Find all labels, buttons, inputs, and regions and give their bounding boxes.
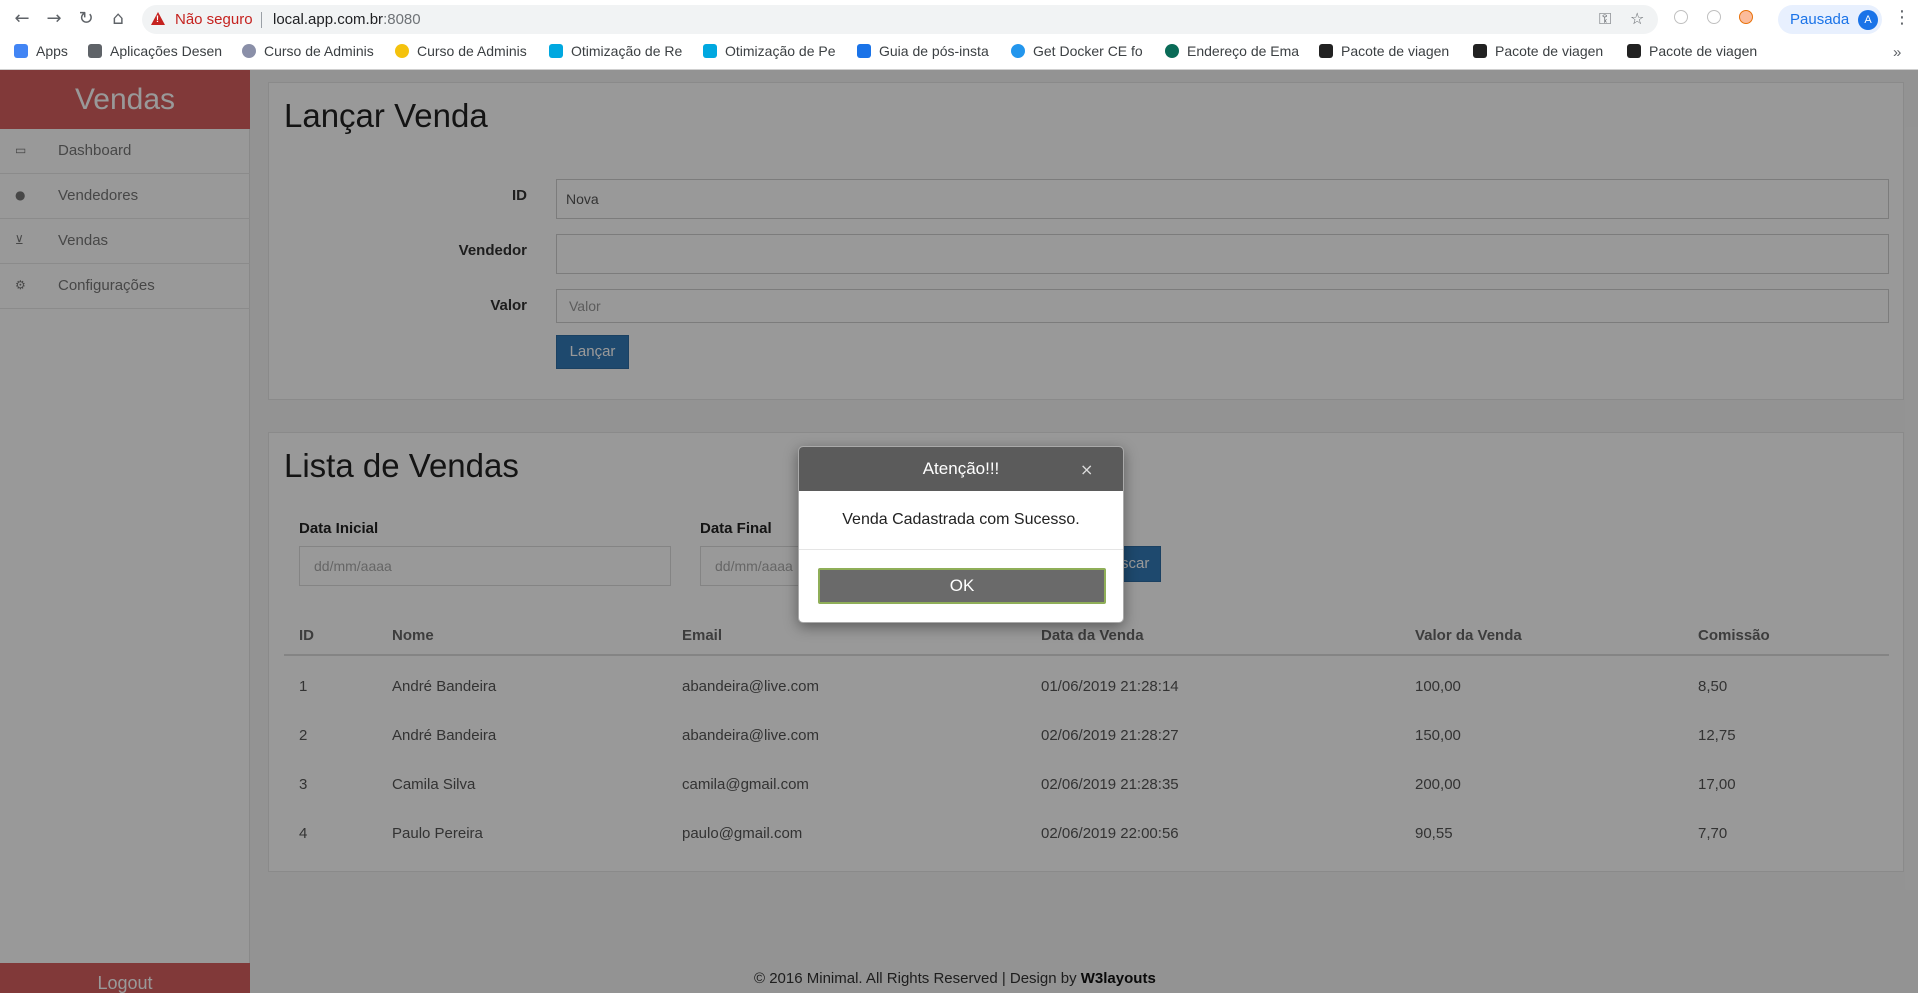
dialog-title: Atenção!!!	[922, 459, 1000, 478]
ok-button[interactable]: OK	[818, 568, 1106, 604]
browser-toolbar: ← → ↻ ⌂ Não seguro local.app.com.br:8080…	[0, 0, 1918, 38]
forward-icon[interactable]: →	[42, 7, 66, 31]
dialog-message: Venda Cadastrada com Sucesso.	[842, 511, 1080, 528]
back-icon[interactable]: ←	[10, 7, 34, 31]
url-port: :8080	[383, 11, 421, 28]
profile-button[interactable]: Pausada A	[1778, 5, 1882, 34]
home-icon[interactable]: ⌂	[106, 7, 130, 31]
site-icon	[549, 44, 563, 58]
url-text: local.app.com.br:8080	[273, 11, 421, 28]
key-icon[interactable]: ⚿	[1599, 9, 1611, 29]
bookmarks-bar: Apps Aplicações Desen Curso de Adminis C…	[0, 39, 1918, 69]
address-divider	[261, 12, 262, 28]
bookmark-item[interactable]: Curso de Adminis	[395, 43, 531, 65]
more-bookmarks-icon[interactable]: »	[1893, 44, 1901, 61]
bookmark-item[interactable]: Pacote de viagen	[1473, 43, 1609, 65]
extension-icon[interactable]	[1739, 10, 1753, 24]
bookmark-item[interactable]: Guia de pós-insta	[857, 43, 993, 65]
dialog-header: Atenção!!! ×	[799, 447, 1123, 491]
star-icon[interactable]: ☆	[1630, 9, 1644, 28]
bookmark-item[interactable]: Endereço de Ema	[1165, 43, 1301, 65]
bookmark-item[interactable]: Otimização de Re	[549, 43, 685, 65]
site-icon	[1473, 44, 1487, 58]
url-host: local.app.com.br	[273, 11, 384, 28]
close-icon[interactable]: ×	[1080, 460, 1093, 479]
extension-icon[interactable]	[1674, 10, 1688, 24]
site-icon	[703, 44, 717, 58]
address-bar[interactable]: Não seguro local.app.com.br:8080 ⚿ ☆	[142, 5, 1658, 34]
site-icon	[1165, 44, 1179, 58]
site-icon	[1319, 44, 1333, 58]
site-icon	[395, 44, 409, 58]
bookmark-apps[interactable]: Apps	[14, 43, 74, 65]
reload-icon[interactable]: ↻	[74, 7, 98, 31]
bookmark-item[interactable]: Pacote de viagen	[1627, 43, 1763, 65]
dialog-divider	[799, 549, 1123, 550]
docker-icon	[1011, 44, 1025, 58]
bookmark-item[interactable]: Curso de Adminis	[242, 43, 378, 65]
extension-icon[interactable]	[1707, 10, 1721, 24]
bookmark-item[interactable]: Otimização de Pe	[703, 43, 839, 65]
bookmark-item[interactable]: Get Docker CE fo	[1011, 43, 1147, 65]
site-icon	[1627, 44, 1641, 58]
profile-label: Pausada	[1790, 11, 1850, 28]
security-label: Não seguro	[175, 11, 253, 28]
alert-dialog: Atenção!!! × Venda Cadastrada com Sucess…	[798, 446, 1124, 623]
avatar: A	[1858, 10, 1878, 30]
apps-grid-icon	[14, 44, 28, 58]
site-icon	[242, 44, 256, 58]
bookmark-item[interactable]: Pacote de viagen	[1319, 43, 1455, 65]
folder-icon	[88, 44, 102, 58]
warning-icon	[151, 12, 165, 25]
bookmark-item[interactable]: Aplicações Desen	[88, 43, 224, 65]
site-icon	[857, 44, 871, 58]
browser-chrome: ← → ↻ ⌂ Não seguro local.app.com.br:8080…	[0, 0, 1918, 70]
menu-icon[interactable]: ⋮	[1893, 7, 1911, 28]
